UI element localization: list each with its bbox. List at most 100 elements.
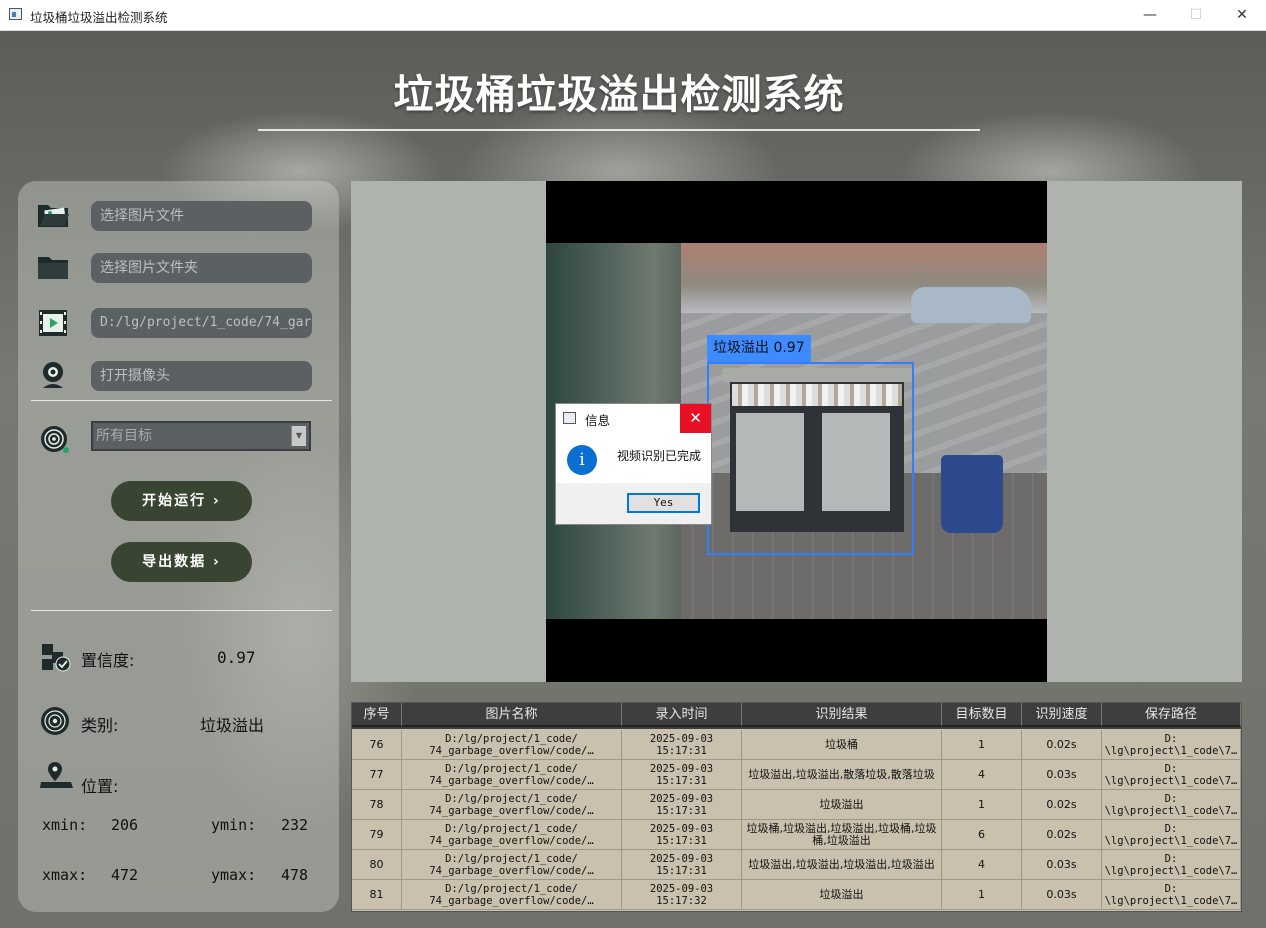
table-row[interactable]: 79 D:/lg/project/1_code/ 74_garbage_overf… [352,820,1241,850]
xmax-label: xmax: [42,866,88,884]
panel-divider-2 [31,610,332,611]
table-cell-id: 76 [352,730,402,760]
table-cell-speed: 0.02s [1022,730,1102,760]
table-cell-id: 78 [352,790,402,820]
table-cell-count: 4 [942,850,1022,880]
detection-label: 垃圾溢出 0.97 [707,335,811,362]
xmax-value: 472 [111,866,139,884]
xmin-value: 206 [111,816,139,834]
image-folder-input[interactable]: 选择图片文件夹 [91,253,312,283]
video-file-icon [39,310,67,336]
table-cell-speed: 0.02s [1022,790,1102,820]
image-file-input[interactable]: 选择图片文件 [91,201,312,231]
table-cell-path: D: \lg\project\1_code\7… [1102,850,1241,880]
target-select[interactable]: 所有目标 ▼ [91,421,311,451]
table-row[interactable]: 81 D:/lg/project/1_code/ 74_garbage_overf… [352,880,1241,910]
column-header[interactable]: 识别速度 [1022,703,1102,727]
dialog-title: 信息 [585,413,611,428]
webcam-icon [43,362,63,388]
confidence-icon [42,644,71,672]
dialog-titlebar: 信息 ✕ [556,404,711,433]
table-cell-result: 垃圾溢出,垃圾溢出,散落垃圾,散落垃圾 [742,760,942,790]
detection-box [707,362,914,555]
table-cell-result: 垃圾桶 [742,730,942,760]
table-cell-count: 1 [942,880,1022,910]
table-cell-name: D:/lg/project/1_code/ 74_garbage_overflo… [402,820,622,850]
table-cell-speed: 0.03s [1022,760,1102,790]
class-value: 垃圾溢出 [200,716,265,735]
video-file-input[interactable]: D:/lg/project/1_code/74_garbage_overflow [91,308,312,338]
table-row[interactable]: 77 D:/lg/project/1_code/ 74_garbage_overf… [352,760,1241,790]
table-cell-id: 80 [352,850,402,880]
table-cell-path: D: \lg\project\1_code\7… [1102,880,1241,910]
folder-icon [38,257,68,279]
table-cell-path: D: \lg\project\1_code\7… [1102,730,1241,760]
close-button[interactable]: ✕ [1219,0,1265,30]
table-header: 序号 图片名称 录入时间 识别结果 目标数目 识别速度 保存路径 [352,703,1241,729]
xmin-label: xmin: [42,816,88,834]
table-row[interactable]: 78 D:/lg/project/1_code/ 74_garbage_overf… [352,790,1241,820]
title-divider [258,129,980,131]
table-cell-name: D:/lg/project/1_code/ 74_garbage_overflo… [402,850,622,880]
column-header[interactable]: 识别结果 [742,703,942,727]
ymax-label: ymax: [211,866,257,884]
table-cell-time: 2025-09-03 15:17:31 [622,760,742,790]
export-button[interactable]: 导出数据 › [111,542,252,582]
ymax-value: 478 [281,866,309,884]
table-cell-speed: 0.03s [1022,850,1102,880]
table-cell-speed: 0.02s [1022,820,1102,850]
table-cell-time: 2025-09-03 15:17:31 [622,850,742,880]
dialog-message: 视频识别已完成 [617,449,702,463]
table-row[interactable]: 80 D:/lg/project/1_code/ 74_garbage_overf… [352,850,1241,880]
panel-divider [31,400,332,401]
minimize-button[interactable]: — [1127,0,1173,30]
confidence-value: 0.97 [217,648,256,667]
image-folder-icon [38,205,69,227]
class-icon [41,707,69,735]
camera-input[interactable]: 打开摄像头 [91,361,312,391]
table-cell-time: 2025-09-03 15:17:32 [622,880,742,910]
table-cell-path: D: \lg\project\1_code\7… [1102,820,1241,850]
position-label: 位置: [81,777,119,796]
app-icon [9,8,22,20]
dialog-yes-button[interactable]: Yes [627,493,700,513]
target-select-value: 所有目标 [96,428,152,444]
table-cell-name: D:/lg/project/1_code/ 74_garbage_overflo… [402,760,622,790]
table-cell-speed: 0.03s [1022,880,1102,910]
table-cell-result: 垃圾溢出,垃圾溢出,垃圾溢出,垃圾溢出 [742,850,942,880]
window-titlebar: 垃圾桶垃圾溢出检测系统 — ☐ ✕ [0,0,1266,31]
table-cell-id: 81 [352,880,402,910]
table-cell-time: 2025-09-03 15:17:31 [622,730,742,760]
table-cell-name: D:/lg/project/1_code/ 74_garbage_overflo… [402,790,622,820]
column-header[interactable]: 录入时间 [622,703,742,727]
table-cell-id: 79 [352,820,402,850]
info-dialog: 信息 ✕ i 视频识别已完成 Yes [555,403,712,525]
ymin-label: ymin: [211,816,257,834]
dialog-close-icon[interactable]: ✕ [680,404,711,433]
table-cell-count: 4 [942,760,1022,790]
table-cell-path: D: \lg\project\1_code\7… [1102,790,1241,820]
window-title: 垃圾桶垃圾溢出检测系统 [30,10,168,25]
maximize-button[interactable]: ☐ [1173,0,1219,30]
table-cell-count: 1 [942,730,1022,760]
confidence-label: 置信度: [81,651,135,670]
table-cell-count: 6 [942,820,1022,850]
table-cell-result: 垃圾桶,垃圾溢出,垃圾溢出,垃圾桶,垃圾桶,垃圾溢出 [742,820,942,850]
table-cell-time: 2025-09-03 15:17:31 [622,820,742,850]
dialog-app-icon [563,412,576,424]
table-cell-count: 1 [942,790,1022,820]
results-table[interactable]: 序号 图片名称 录入时间 识别结果 目标数目 识别速度 保存路径 76 D:/lg/proje… [351,702,1242,912]
chevron-down-icon[interactable]: ▼ [291,426,306,446]
column-header[interactable]: 图片名称 [402,703,622,727]
ymin-value: 232 [281,816,309,834]
target-icon [41,426,69,453]
table-cell-name: D:/lg/project/1_code/ 74_garbage_overflo… [402,730,622,760]
table-cell-time: 2025-09-03 15:17:31 [622,790,742,820]
start-button[interactable]: 开始运行 › [111,481,252,521]
column-header[interactable]: 序号 [352,703,402,727]
column-header[interactable]: 保存路径 [1102,703,1241,727]
class-label: 类别: [81,716,119,735]
column-header[interactable]: 目标数目 [942,703,1022,727]
table-row[interactable]: 76 D:/lg/project/1_code/ 74_garbage_overf… [352,730,1241,760]
info-icon: i [567,445,597,475]
